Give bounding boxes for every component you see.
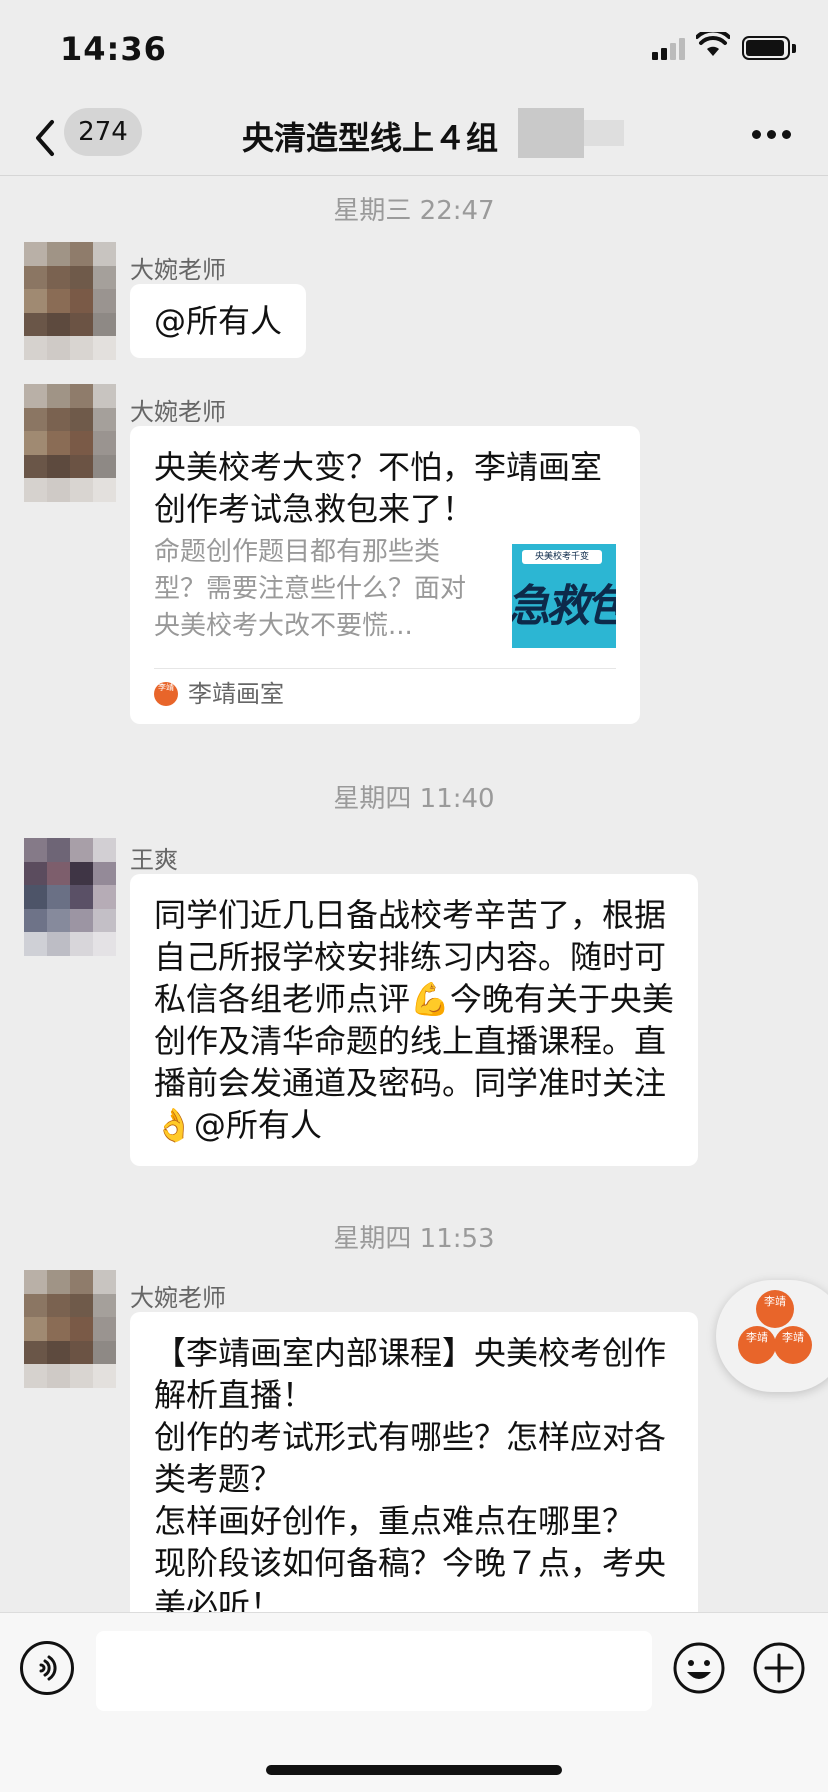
link-card[interactable]: 央美校考大变？不怕，李靖画室创作考试急救包来了！ 命题创作题目都有那些类型？需要… [130, 426, 640, 724]
message-text: @所有人 [154, 302, 283, 340]
chat-header: 274 央清造型线上４组 [0, 100, 828, 176]
card-thumbnail: 央美校考千变 急救包 [512, 544, 616, 648]
widget-logo-icon: 李靖 [756, 1290, 794, 1328]
widget-logo-icon: 李靖 [774, 1326, 812, 1364]
message-bubble[interactable]: 同学们近几日备战校考辛苦了，根据自己所报学校安排练习内容。随时可私信各组老师点评… [130, 874, 698, 1166]
plus-icon[interactable] [752, 1641, 806, 1695]
sender-name: 大婉老师 [130, 1284, 226, 1312]
avatar[interactable] [24, 384, 116, 502]
voice-icon[interactable] [20, 1641, 74, 1695]
wifi-icon [696, 32, 730, 56]
source-logo-icon: 李靖 [154, 682, 178, 706]
status-bar: 14:36 [0, 0, 828, 100]
chat-title: 央清造型线上４组 [242, 119, 499, 157]
message-text: 【李靖画室内部课程】央美校考创作解析直播！ 创作的考试形式有哪些？怎样应对各类考… [154, 1334, 667, 1612]
thumbnail-text: 急救包 [512, 581, 616, 632]
sender-name: 王爽 [130, 846, 178, 874]
thumbnail-banner: 央美校考千变 [522, 550, 602, 564]
card-source: 李靖画室 [188, 680, 284, 708]
card-description: 命题创作题目都有那些类型？需要注意些什么？面对央美校考大改不要慌... [154, 537, 467, 641]
title-redaction [584, 120, 624, 146]
home-indicator [266, 1765, 562, 1775]
sender-name: 大婉老师 [130, 256, 226, 284]
cellular-signal-icon [652, 36, 688, 60]
card-title: 央美校考大变？不怕，李靖画室创作考试急救包来了！ [154, 448, 603, 528]
card-divider [154, 668, 616, 669]
floating-mini-program-widget[interactable]: 李靖 李靖 李靖 [716, 1280, 828, 1392]
message-bubble[interactable]: 【李靖画室内部课程】央美校考创作解析直播！ 创作的考试形式有哪些？怎样应对各类考… [130, 1312, 698, 1612]
status-time: 14:36 [60, 30, 167, 68]
avatar[interactable] [24, 1270, 116, 1388]
message-timestamp: 星期四 11:40 [333, 784, 495, 814]
message-bubble[interactable]: @所有人 [130, 284, 307, 358]
sender-name: 大婉老师 [130, 398, 226, 426]
chevron-left-icon[interactable] [28, 116, 64, 160]
battery-icon [742, 36, 790, 60]
avatar[interactable] [24, 838, 116, 956]
more-icon[interactable] [752, 130, 792, 140]
input-bar [0, 1612, 828, 1792]
message-text: 同学们近几日备战校考辛苦了，根据自己所报学校安排练习内容。随时可私信各组老师点评… [154, 896, 674, 1144]
unread-count-badge[interactable]: 274 [64, 108, 142, 156]
widget-logo-icon: 李靖 [738, 1326, 776, 1364]
message-timestamp: 星期三 22:47 [333, 196, 495, 226]
title-redaction [518, 108, 584, 158]
message-timestamp: 星期四 11:53 [333, 1224, 495, 1254]
avatar[interactable] [24, 242, 116, 360]
emoji-icon[interactable] [672, 1641, 726, 1695]
message-input[interactable] [96, 1631, 652, 1711]
